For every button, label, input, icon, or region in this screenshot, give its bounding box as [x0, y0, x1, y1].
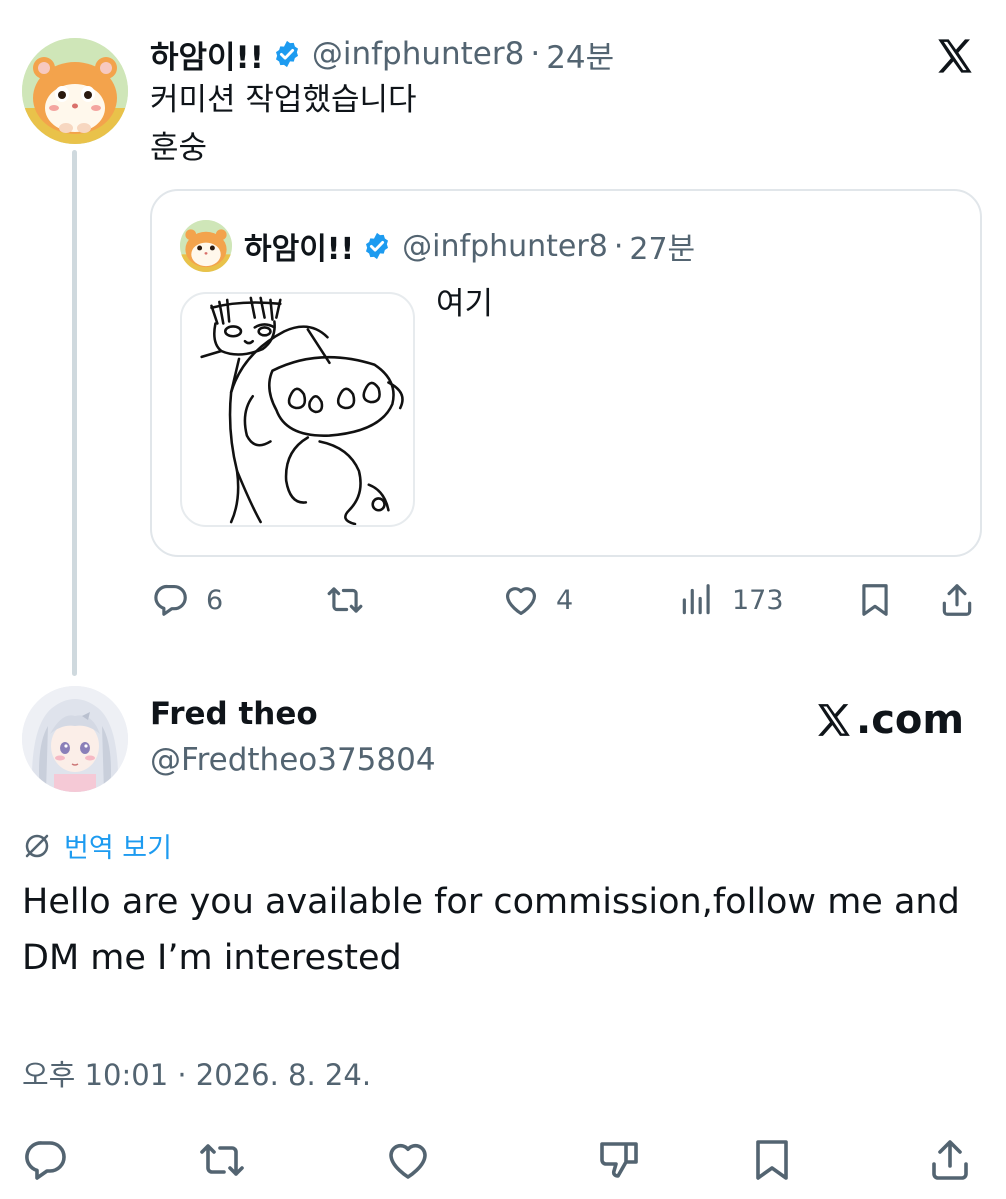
heart-icon: [389, 1143, 427, 1179]
share-icon: [942, 584, 972, 616]
like-button[interactable]: [384, 1134, 432, 1186]
reply-text: Hello are you available for commission,f…: [22, 882, 960, 978]
xcom-watermark: .com: [814, 697, 964, 743]
quoted-tweet-image[interactable]: [180, 292, 415, 527]
hamster-avatar-icon: [180, 220, 232, 272]
repost-button[interactable]: [326, 574, 380, 626]
reply-button[interactable]: [22, 1134, 70, 1186]
sketch-drawing: [200, 296, 404, 525]
like-count: 4: [556, 584, 574, 616]
quoted-author-avatar: [180, 220, 232, 272]
repost-button[interactable]: [198, 1134, 246, 1186]
reply-author-avatar[interactable]: [22, 686, 128, 792]
reply-action-bar: [22, 1134, 982, 1186]
hamster-avatar-icon: [22, 38, 128, 144]
verified-badge-icon: [366, 232, 389, 260]
quoted-author-handle: @infphunter8: [402, 228, 608, 264]
translate-label: 번역 보기: [64, 833, 172, 864]
bookmark-icon: [756, 1140, 788, 1180]
reply-count: 6: [206, 584, 224, 616]
thread-connector-line: [72, 150, 77, 676]
thumbs-down-icon: [600, 1142, 638, 1178]
author-avatar[interactable]: [22, 38, 128, 144]
repost-icon: [327, 587, 363, 613]
reply-button[interactable]: 6: [152, 574, 223, 626]
tweet-text-line-1: 커미션 작업했습니다: [150, 82, 417, 118]
reply-timestamp[interactable]: 오후 10:01 · 2026. 8. 24.: [22, 1052, 371, 1094]
views-count: 173: [732, 584, 784, 616]
reply-icon: [154, 584, 187, 616]
anime-avatar-icon: [22, 686, 128, 792]
author-name[interactable]: 하암이!!: [150, 32, 264, 77]
quoted-tweet-time: 27분: [629, 232, 696, 267]
downvote-button[interactable]: [596, 1134, 644, 1186]
x-logo-icon: [818, 704, 850, 736]
reply-author-handle[interactable]: @Fredtheo375804: [150, 742, 436, 778]
bookmark-icon: [862, 584, 888, 616]
heart-icon: [505, 587, 537, 616]
globe-translate-icon: [25, 834, 49, 857]
tweet-text-line-2: 훈숭: [150, 130, 208, 166]
views-button[interactable]: 173: [678, 574, 784, 626]
views-chart-icon: [682, 584, 710, 615]
like-button[interactable]: 4: [502, 574, 573, 626]
tweet-action-bar: 6 4 173: [150, 574, 982, 626]
separator-dot: ·: [530, 36, 541, 72]
bookmark-button[interactable]: [748, 1134, 796, 1186]
tweet-header: 하암이!! @infphunter8 · 24분: [150, 32, 614, 76]
quoted-tweet-header: 하암이!! @infphunter8 · 27분: [244, 224, 695, 268]
reply-author-name[interactable]: Fred theo: [150, 696, 318, 732]
reply-icon: [25, 1141, 66, 1180]
verified-badge-icon: [275, 40, 298, 68]
repost-icon: [200, 1144, 244, 1176]
x-logo-icon: [938, 39, 972, 73]
xcom-label: .com: [856, 697, 965, 743]
share-button[interactable]: [926, 1134, 974, 1186]
share-button[interactable]: [938, 574, 976, 626]
tweet-time[interactable]: 24분: [546, 32, 614, 77]
quoted-author-name: 하암이!!: [244, 232, 355, 267]
author-handle[interactable]: @infphunter8: [312, 36, 525, 72]
quoted-tweet-text: 여기: [436, 286, 494, 322]
translate-link[interactable]: 번역 보기: [22, 826, 172, 865]
separator-dot: ·: [613, 228, 624, 264]
bookmark-button[interactable]: [856, 574, 894, 626]
share-icon: [932, 1140, 968, 1180]
